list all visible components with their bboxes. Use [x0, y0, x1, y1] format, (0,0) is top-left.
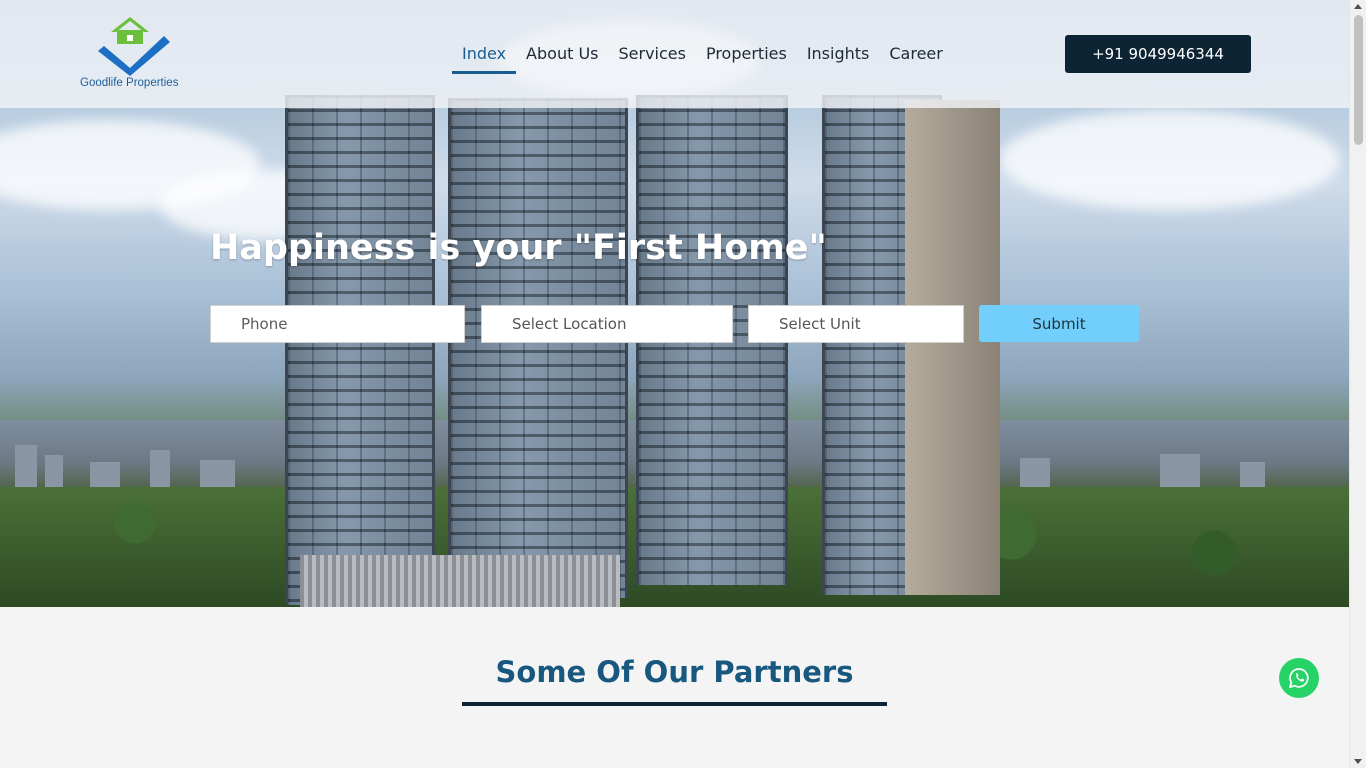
scroll-down-icon[interactable] — [1354, 759, 1362, 764]
cloud — [1000, 110, 1340, 210]
main-nav: Index About Us Services Properties Insig… — [452, 40, 953, 74]
phone-field[interactable] — [210, 305, 465, 343]
tower-4-core — [905, 100, 1000, 595]
unit-select-label: Select Unit — [779, 315, 861, 333]
nav-properties[interactable]: Properties — [696, 40, 797, 74]
page-scrollbar[interactable] — [1349, 0, 1366, 768]
tower-2 — [448, 98, 628, 598]
nav-index[interactable]: Index — [452, 40, 517, 74]
podium — [300, 555, 620, 607]
phone-input[interactable] — [241, 315, 464, 333]
brand-name: Goodlife Properties — [80, 77, 179, 89]
scroll-up-icon[interactable] — [1354, 4, 1362, 9]
nav-career[interactable]: Career — [879, 40, 952, 74]
partners-divider — [462, 702, 887, 706]
submit-button[interactable]: Submit — [979, 305, 1139, 342]
hero-headline: Happiness is your "First Home" — [210, 228, 827, 268]
phone-call-button[interactable]: +91 9049946344 — [1065, 35, 1251, 73]
partners-title: Some Of Our Partners — [495, 655, 854, 689]
whatsapp-icon — [1288, 668, 1309, 689]
site-header: Goodlife Properties Index About Us Servi… — [0, 0, 1349, 108]
location-select[interactable]: Select Location — [481, 305, 733, 343]
tower-1 — [285, 95, 435, 605]
location-select-label: Select Location — [512, 315, 627, 333]
unit-select[interactable]: Select Unit — [748, 305, 964, 343]
scroll-thumb[interactable] — [1354, 15, 1363, 145]
whatsapp-button[interactable] — [1279, 658, 1319, 698]
nav-about-us[interactable]: About Us — [516, 40, 608, 74]
nav-services[interactable]: Services — [608, 40, 695, 74]
nav-insights[interactable]: Insights — [797, 40, 880, 74]
